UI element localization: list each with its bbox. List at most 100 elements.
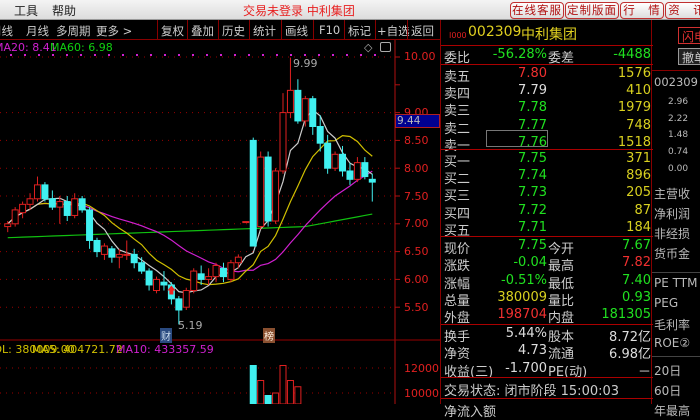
add-watchlist-button[interactable]: +自选 — [377, 23, 410, 39]
back-button[interactable]: 返回 — [411, 23, 434, 39]
kline-chart[interactable]: MA20: 8.41 MA60: 6.98 ◇ 10.00 9.00 8.50 … — [0, 40, 440, 404]
tab-multi-period[interactable]: 多周期 — [56, 23, 91, 39]
price-tick: 6.00 — [404, 273, 429, 286]
ma-dot — [234, 54, 236, 56]
f10-button[interactable]: F10 — [319, 23, 340, 37]
pe-ttm-label[interactable]: PE TTM — [654, 276, 697, 290]
candle-up — [212, 265, 220, 278]
volume-bar — [257, 380, 265, 404]
panel-toggle-icon[interactable] — [380, 42, 391, 52]
draw-line-button[interactable]: 画线 — [285, 23, 308, 39]
fundamental-row: 净资 4.73 流通 6.98亿 — [441, 343, 653, 362]
candle-down — [160, 281, 168, 286]
menu-tools[interactable]: 工具 — [14, 2, 38, 19]
20-day-label[interactable]: 20日 — [654, 362, 681, 379]
row-label2: 最高 — [548, 259, 575, 275]
candle-down — [41, 184, 49, 200]
financial-report-marker[interactable]: 财 — [160, 328, 172, 343]
price-tick: 5.50 — [404, 301, 429, 314]
candle-up — [19, 203, 27, 214]
candle-up — [182, 290, 190, 308]
menu-help[interactable]: 帮助 — [52, 2, 76, 19]
row-label: 涨幅 — [444, 276, 471, 292]
candle-down — [145, 270, 153, 286]
tab-monthly[interactable]: 月线 — [26, 23, 49, 39]
ma-dot — [360, 54, 362, 56]
level-label: 卖三 — [444, 104, 471, 120]
peg-label[interactable]: PEG — [654, 296, 678, 310]
ma-dot — [304, 54, 306, 56]
custom-layout-button[interactable]: 定制版面 — [565, 2, 619, 19]
level-volume: 748 — [626, 117, 651, 133]
flash-order-button[interactable]: 闪电 — [678, 27, 700, 44]
row-value2: 0.93 — [622, 289, 651, 305]
news-button[interactable]: 资 讯 — [665, 2, 700, 19]
price-tick: 8.50 — [404, 134, 429, 147]
candle-down — [48, 198, 56, 208]
ma-dot — [52, 54, 54, 56]
buy-level-row[interactable]: 买五 7.71 184 — [441, 220, 653, 239]
price-tick: 10.00 — [404, 50, 436, 63]
weibi-value: -56.28% — [492, 47, 547, 62]
overlay-button[interactable]: 叠加 — [191, 23, 214, 39]
level-volume: 87 — [634, 202, 651, 218]
candle-up — [279, 112, 287, 172]
candle-up — [227, 262, 235, 280]
quotes-button[interactable]: 行 情 — [620, 2, 664, 19]
far-axis-tick: 0.00 — [668, 164, 689, 174]
level-label: 买一 — [444, 155, 471, 170]
row-value: -1.700 — [505, 360, 547, 376]
main-revenue-label[interactable]: 主营收 — [654, 185, 690, 202]
level-price: 7.78 — [518, 100, 547, 116]
row-label2: 量比 — [548, 293, 575, 309]
more-menu[interactable]: 更多 > — [96, 23, 132, 39]
60-day-label[interactable]: 60日 — [654, 382, 681, 399]
row-value: 198704 — [497, 307, 547, 323]
cash-label[interactable]: 货币金 — [654, 245, 690, 262]
level-volume: 1979 — [617, 100, 651, 116]
buy-level-row[interactable]: 买四 7.72 87 — [441, 202, 653, 222]
sell-level-row[interactable]: 卖四 7.79 410 — [441, 83, 653, 102]
weicha-value: -4488 — [613, 47, 651, 62]
ma-dot — [332, 54, 334, 56]
low-price-mark: 5.19 — [178, 319, 203, 332]
restore-rights-button[interactable]: 复权 — [161, 23, 184, 39]
cancel-order-button[interactable]: 撤单 — [678, 48, 700, 65]
vol-ma10-label: MA10: 433357.59 — [116, 343, 214, 356]
ma-dot — [206, 54, 208, 56]
candle-up — [301, 98, 309, 122]
candle-up — [56, 201, 64, 208]
candle-up — [26, 198, 34, 205]
year-high-label[interactable]: 年最高 — [654, 402, 690, 419]
non-recurring-label[interactable]: 非经损 — [654, 225, 690, 242]
buy-level-row[interactable]: 买一 7.75 371 — [441, 151, 653, 170]
ranking-marker[interactable]: 榜 — [263, 328, 275, 343]
sell-level-row[interactable]: 卖三 7.78 1979 — [441, 100, 653, 120]
buy-level-row[interactable]: 买三 7.73 205 — [441, 185, 653, 204]
ma10-line — [7, 135, 373, 286]
ma60-line — [7, 213, 373, 239]
quote-stat-row: 现价 7.75 今开 7.67 — [441, 238, 653, 257]
statistics-button[interactable]: 统计 — [253, 23, 276, 39]
row-label: 换手 — [444, 330, 471, 345]
row-label: 涨跌 — [444, 259, 471, 275]
far-code: 002309 — [654, 75, 698, 89]
level-price: 7.75 — [518, 151, 547, 166]
tab-weekly[interactable]: 周线 — [0, 23, 13, 39]
diamond-icon[interactable]: ◇ — [364, 41, 372, 54]
mark-button[interactable]: 标记 — [348, 23, 371, 39]
candle-up — [205, 276, 213, 280]
net-profit-label[interactable]: 净利润 — [654, 205, 690, 222]
buy-level-row[interactable]: 买二 7.74 896 — [441, 168, 653, 187]
gross-margin-label[interactable]: 毛利率 — [654, 316, 690, 333]
sell-level-row[interactable]: 卖五 7.80 1576 — [441, 66, 653, 85]
online-service-button[interactable]: 在线客服 — [510, 2, 564, 19]
candle-up — [115, 253, 123, 258]
candle-down — [197, 273, 205, 280]
roe-label[interactable]: ROE② — [654, 336, 690, 350]
candle-down — [361, 162, 369, 178]
history-button[interactable]: 历史 — [222, 23, 245, 39]
row-label2: 最低 — [548, 276, 575, 292]
ma-dot — [374, 54, 376, 56]
volume-bar — [286, 380, 294, 404]
